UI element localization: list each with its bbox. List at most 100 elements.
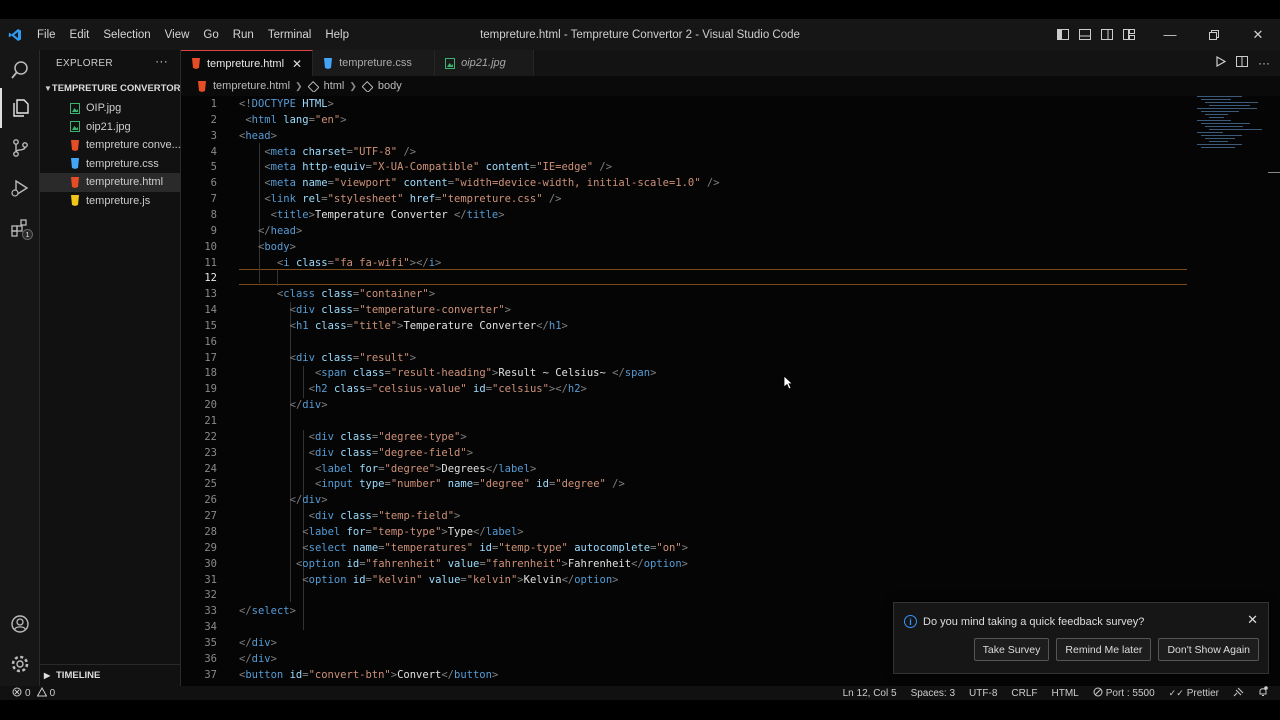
file-item[interactable]: OIP.jpg — [40, 99, 180, 118]
code-token: > — [321, 399, 328, 412]
code-text: </div> — [239, 651, 277, 667]
code-text: <div class="result"> — [290, 350, 416, 366]
code-text: <!DOCTYPE HTML> — [239, 96, 334, 112]
code-token: > — [466, 446, 474, 459]
chevron-right-icon: ❯ — [295, 80, 303, 91]
manage-gear-icon[interactable] — [0, 644, 40, 684]
tab-tempreture-css[interactable]: tempreture.css — [313, 50, 436, 76]
explorer-files-icon[interactable] — [0, 88, 40, 128]
notifications-bell-icon[interactable] — [1258, 686, 1268, 700]
live-server-port[interactable]: Port : 5500 — [1093, 687, 1155, 700]
workspace-folder[interactable]: ▼ TEMPRETURE CONVERTOR 2 — [40, 77, 180, 99]
menu-help[interactable]: Help — [318, 29, 356, 41]
prettier-status[interactable]: ✓✓ Prettier — [1169, 688, 1219, 699]
code-token: </ — [631, 557, 644, 570]
problems-indicator[interactable]: 0 0 — [12, 686, 55, 700]
dont-show-again-button[interactable]: Don't Show Again — [1158, 638, 1259, 661]
menu-run[interactable]: Run — [226, 29, 261, 41]
line-number: 37 — [204, 668, 217, 681]
language-mode[interactable]: HTML — [1052, 688, 1079, 699]
minimize-button[interactable]: — — [1148, 19, 1192, 50]
line-number: 17 — [204, 351, 217, 364]
menu-edit[interactable]: Edit — [63, 29, 97, 41]
search-icon[interactable] — [0, 50, 40, 90]
file-item[interactable]: tempreture.css — [40, 155, 180, 174]
breadcrumb-file[interactable]: tempreture.html — [213, 80, 290, 92]
run-and-debug-icon[interactable] — [0, 168, 40, 208]
code-token: http-equiv — [302, 161, 366, 174]
encoding[interactable]: UTF-8 — [969, 688, 997, 699]
menu-view[interactable]: View — [158, 29, 197, 41]
code-line: 8 <title>Temperature Converter </title> — [181, 207, 1191, 223]
code-token: </ — [441, 668, 455, 681]
minimap[interactable] — [1197, 96, 1272, 166]
code-token: content — [485, 161, 530, 174]
close-notification-icon[interactable]: ✕ — [1247, 612, 1258, 628]
code-token: <! — [239, 98, 252, 110]
scrollbar-marker[interactable] — [1268, 172, 1280, 173]
menu-file[interactable]: File — [30, 29, 63, 41]
code-token: "on" — [656, 541, 682, 554]
html-file-icon — [191, 58, 201, 69]
close-window-button[interactable]: ✕ — [1236, 19, 1280, 50]
file-item[interactable]: oip21.jpg — [40, 118, 180, 137]
tab-tempreture-html[interactable]: tempreture.html ✕ — [181, 50, 314, 76]
file-item[interactable]: tempreture conve... — [40, 136, 180, 155]
code-token: "UTF-8" — [352, 145, 398, 158]
code-token: "viewport" — [333, 177, 398, 190]
code-token: select — [308, 541, 347, 554]
code-token: "convert-btn" — [308, 668, 391, 681]
run-icon[interactable] — [1216, 55, 1227, 70]
code-line: 26 </div> — [181, 492, 1191, 508]
breadcrumb-html[interactable]: html — [324, 80, 345, 92]
code-token: "IE=edge" — [536, 161, 594, 174]
code-line: 4 <meta charset="UTF-8" /> — [181, 144, 1191, 160]
code-token: button — [245, 668, 284, 681]
close-tab-icon[interactable]: ✕ — [292, 57, 302, 71]
cursor-position[interactable]: Ln 12, Col 5 — [843, 688, 897, 699]
split-editor-icon[interactable] — [1236, 56, 1248, 70]
accounts-icon[interactable] — [0, 604, 40, 644]
toggle-secondary-sidebar-icon[interactable] — [1096, 19, 1118, 50]
customize-layout-icon[interactable] — [1118, 19, 1140, 50]
tab-oip21-jpg[interactable]: oip21.jpg — [435, 50, 535, 76]
extensions-icon[interactable]: 1 — [0, 208, 40, 248]
line-number: 25 — [204, 478, 217, 491]
minimap-line — [1201, 99, 1231, 100]
mouse-pointer-icon — [783, 375, 794, 395]
toggle-panel-icon[interactable] — [1074, 19, 1096, 50]
remind-me-later-button[interactable]: Remind Me later — [1056, 638, 1152, 661]
menu-terminal[interactable]: Terminal — [261, 29, 318, 41]
restore-button[interactable] — [1192, 19, 1236, 50]
line-ending[interactable]: CRLF — [1011, 688, 1037, 699]
feedback-icon[interactable] — [1233, 687, 1244, 700]
more-actions-icon[interactable]: ··· — [155, 54, 168, 68]
code-token: Convert — [397, 668, 442, 681]
file-type-icon — [70, 176, 80, 188]
source-control-icon[interactable] — [0, 128, 40, 168]
toggle-primary-sidebar-icon[interactable] — [1052, 19, 1074, 50]
indentation[interactable]: Spaces: 3 — [911, 688, 955, 699]
code-token: > — [460, 430, 467, 443]
file-name: tempreture.html — [86, 176, 164, 189]
code-editor[interactable]: 1 <!DOCTYPE HTML> 2 <html lang="en"> 3 <head>… — [181, 96, 1280, 686]
code-token: "container" — [359, 288, 429, 301]
breadcrumb-body[interactable]: body — [378, 80, 402, 92]
code-line: 5 <meta http-equiv="X-UA-Compatible" cont… — [181, 159, 1191, 175]
code-token: </ — [289, 399, 303, 412]
chevron-down-icon: ▼ — [44, 83, 52, 93]
menu-selection[interactable]: Selection — [96, 29, 157, 41]
code-token: input — [321, 478, 353, 491]
code-token: "degree-type" — [378, 430, 461, 443]
code-token: type — [359, 478, 385, 491]
code-token: HTML — [302, 98, 328, 110]
line-number: 2 — [210, 113, 217, 126]
file-item[interactable]: tempreture.js — [40, 192, 180, 211]
more-actions-icon[interactable]: ··· — [1258, 56, 1270, 70]
file-item[interactable]: tempreture.html — [40, 173, 180, 192]
code-token: class — [340, 446, 372, 459]
code-token: option — [302, 557, 341, 570]
menu-go[interactable]: Go — [196, 29, 225, 41]
timeline-section[interactable]: ▶ TIMELINE — [40, 664, 180, 686]
take-survey-button[interactable]: Take Survey — [973, 638, 1050, 661]
